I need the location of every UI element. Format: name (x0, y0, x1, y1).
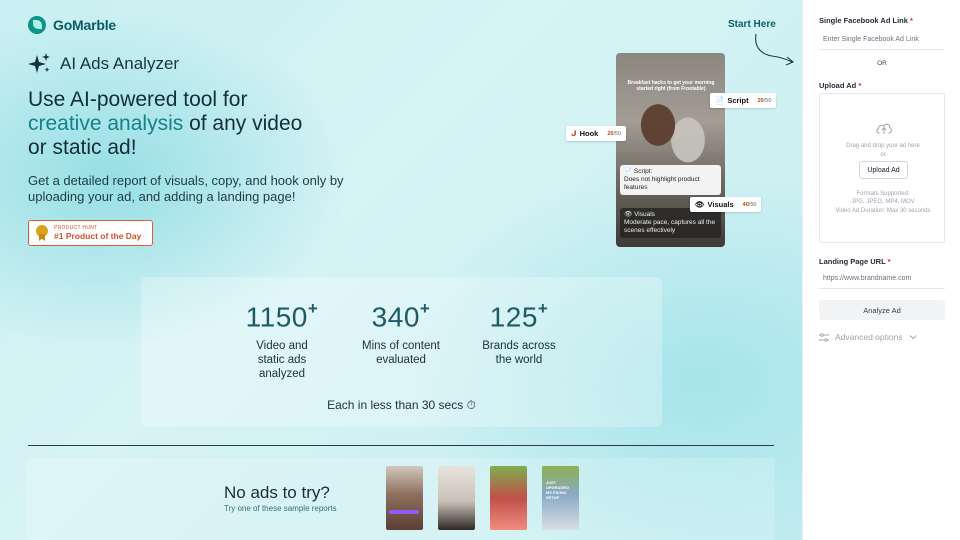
visuals-card-title: Visuals (634, 211, 655, 218)
stats-card: 1150+ Video and static ads analyzed 340+… (141, 277, 662, 427)
start-here-label: Start Here (728, 19, 776, 30)
hero-headline: Use AI-powered tool for creative analysi… (28, 88, 348, 160)
medal-icon (36, 225, 48, 241)
upload-ad-button[interactable]: Upload Ad (859, 161, 908, 179)
script-card-title: Script: (633, 168, 653, 175)
stat-mins-evaluated: 340+ Mins of content evaluated (362, 299, 440, 367)
script-feedback-card: 📄 Script: Does not highlight product fea… (620, 165, 721, 195)
visuals-score-chip: 👁 Visuals 40/50 (690, 197, 762, 212)
sample-report-1[interactable] (386, 466, 423, 530)
hero-line-1: Use AI-powered tool for (28, 88, 248, 111)
cloud-upload-icon (876, 123, 892, 134)
advanced-options-toggle[interactable]: Advanced options (819, 332, 917, 342)
or-separator: OR (877, 60, 887, 67)
analyzer-form-panel: Single Facebook Ad Link * Enter Single F… (802, 0, 960, 540)
product-hunt-badge[interactable]: PRODUCT HUNT #1 Product of the Day (28, 220, 153, 246)
eye-icon: 👁 (695, 200, 705, 209)
formats-label: Formats Supported: (856, 191, 910, 197)
script-score-chip: 📄 Script 20/50 (710, 93, 777, 108)
ad-preview-caption: Breakfast hacks to get your morning star… (627, 80, 715, 92)
hero-line-2-rest: of any video (189, 112, 303, 135)
samples-subtitle: Try one of these sample reports (224, 504, 337, 513)
sliders-icon (819, 332, 829, 342)
badge-title: #1 Product of the Day (54, 231, 142, 241)
brand-logo[interactable]: GoMarble (28, 16, 116, 34)
main-area: GoMarble Start Here AI Ads Analyzer Use … (0, 0, 802, 540)
hero-accent: creative analysis (28, 112, 184, 135)
drag-drop-text: Drag and drop your ad here (846, 143, 920, 149)
duration-limit: Video Ad Duration: Max 30 seconds (835, 208, 931, 214)
visuals-card-text: Moderate pace, captures all the scenes e… (624, 219, 716, 234)
sample-report-2[interactable] (438, 466, 475, 530)
ad-preview-video: Breakfast hacks to get your morning star… (616, 53, 725, 247)
hook-icon: ᒍ (571, 129, 577, 138)
analyze-ad-button[interactable]: Analyze Ad (819, 300, 945, 320)
samples-title: No ads to try? (224, 483, 330, 502)
script-card-text: Does not highlight product features (624, 176, 700, 191)
curved-arrow-icon (755, 33, 795, 66)
product-title-text: AI Ads Analyzer (60, 54, 180, 73)
upload-ad-label: Upload Ad * (819, 81, 862, 90)
landing-page-label: Landing Page URL * (819, 257, 891, 266)
stats-footer: Each in less than 30 secs ⏱ (327, 398, 476, 412)
fb-link-input[interactable]: Enter Single Facebook Ad Link (819, 30, 945, 50)
chevron-down-icon (909, 335, 916, 340)
hero-line-3: or static ad! (28, 136, 137, 159)
document-icon: 📄 (715, 96, 725, 105)
stat-brands: 125+ Brands across the world (482, 299, 556, 367)
sample-report-3[interactable] (490, 466, 527, 530)
gomarble-logo-icon (28, 16, 46, 34)
sample-report-4[interactable]: JUST UPGRADED MY PICNIC SETUP (542, 466, 579, 530)
upload-dropzone[interactable]: Drag and drop your ad here or Upload Ad … (819, 93, 945, 243)
drag-drop-or: or (880, 152, 886, 158)
hook-score-chip: ᒍ Hook 20/50 (566, 126, 627, 141)
brand-name: GoMarble (53, 17, 116, 33)
stat-ads-analyzed: 1150+ Video and static ads analyzed (245, 299, 319, 381)
product-title: AI Ads Analyzer (28, 52, 179, 76)
section-divider (28, 445, 774, 446)
sparkle-icon (28, 53, 50, 73)
formats-list: JPG, JPEG, MP4, MOV (851, 199, 915, 205)
landing-page-input[interactable]: https://www.brandname.com (819, 269, 945, 289)
hero-subtitle: Get a detailed report of visuals, copy, … (28, 173, 344, 204)
hero-line-2: creative analysis of any video (28, 112, 348, 136)
visuals-feedback-card: 👁 Visuals Moderate pace, captures all th… (620, 208, 721, 238)
fb-link-label: Single Facebook Ad Link * (819, 16, 913, 25)
advanced-options-label: Advanced options (835, 332, 903, 342)
